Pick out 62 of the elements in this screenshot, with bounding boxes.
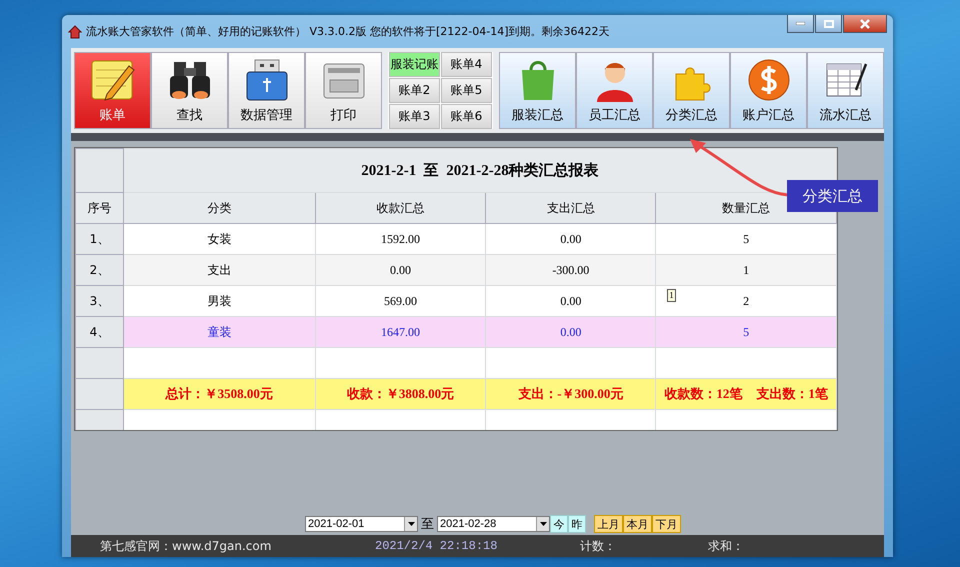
month-button[interactable]: 上月: [594, 515, 623, 533]
ledger-button[interactable]: 账单6: [441, 104, 492, 129]
table-cell: 支出: [123, 254, 316, 286]
dollar-coin-icon: [746, 58, 790, 102]
dropdown-arrow-icon: [408, 522, 414, 526]
table-cell: 2: [743, 294, 750, 308]
table-cell: 1: [656, 254, 836, 286]
summary-button[interactable]: 流水汇总: [807, 52, 884, 129]
row-number: 3、: [76, 286, 124, 316]
row-number: 2、: [76, 254, 124, 286]
date-field[interactable]: 2021-02-01: [305, 516, 418, 532]
close-icon: [860, 18, 870, 28]
total-text: 收款：￥3808.00元: [346, 385, 454, 403]
row-number: 1、: [76, 224, 124, 254]
month-button[interactable]: 下月: [652, 515, 681, 533]
ledger-button[interactable]: 账单3: [389, 104, 440, 129]
maximize-button[interactable]: [815, 15, 842, 33]
count-label: 计数：: [580, 538, 617, 554]
total-text: 支出：-￥300.00元: [518, 385, 624, 403]
row-number: 4、: [76, 316, 124, 348]
ledger-button[interactable]: 账单2: [389, 78, 440, 103]
summary-button[interactable]: 员工汇总: [576, 52, 653, 129]
table-cell: -300.00: [486, 254, 656, 286]
month-button[interactable]: 本月: [623, 515, 652, 533]
ledger-button[interactable]: 账单4: [441, 52, 492, 77]
table-cell: 0.00: [486, 316, 656, 348]
day-button[interactable]: 昨: [568, 515, 586, 533]
date-separator: 至: [421, 516, 434, 533]
total-text: 总计：￥3508.00元: [166, 385, 273, 403]
minimize-button[interactable]: [787, 15, 814, 33]
cell-marker: 1: [667, 289, 676, 302]
maximize-icon: [824, 20, 834, 28]
column-header: 支出汇总: [486, 192, 656, 224]
total-text: 支出数：1笔: [756, 385, 828, 403]
column-header: 序号: [76, 192, 124, 224]
dropdown-arrow-icon: [540, 522, 546, 526]
minimize-icon: [796, 22, 805, 25]
sum-label: 求和：: [708, 538, 744, 554]
table-cell: 5: [656, 316, 836, 348]
window-title: 流水账大管家软件（简单、好用的记账软件） V3.3.0.2版 您的软件将于[2122-04-14]到期。剩余36422天: [86, 24, 610, 39]
summary-button[interactable]: 分类汇总: [653, 52, 730, 129]
timestamp: 2021/2/4 22:18:18: [375, 539, 498, 553]
total-text: 收款数：12笔: [664, 385, 742, 403]
date-field[interactable]: 2021-02-28: [437, 516, 550, 532]
summary-button[interactable]: 服装汇总: [499, 52, 576, 129]
toolbar-button[interactable]: 查找: [151, 52, 228, 129]
day-button[interactable]: 今: [550, 515, 568, 533]
column-header: 分类: [123, 192, 316, 224]
column-header: 收款汇总: [315, 192, 486, 224]
table-cell: 0.00: [315, 254, 486, 286]
house-icon: [68, 24, 82, 38]
website-label: 第七感官网：www.d7gan.com: [100, 538, 272, 554]
toolbar-button[interactable]: 打印: [305, 52, 382, 129]
notepad-pencil-icon: [88, 58, 136, 102]
summary-button[interactable]: 账户汇总: [730, 52, 807, 129]
toolbar-button[interactable]: 数据管理: [228, 52, 305, 129]
close-button[interactable]: [843, 15, 887, 33]
table-cell: 1647.00: [315, 316, 486, 348]
ledger-button[interactable]: 账单5: [441, 78, 492, 103]
toolbar-button[interactable]: 账单: [74, 52, 151, 129]
ledger-button[interactable]: 服装记账: [389, 52, 440, 77]
table-cell: 童装: [123, 316, 316, 348]
